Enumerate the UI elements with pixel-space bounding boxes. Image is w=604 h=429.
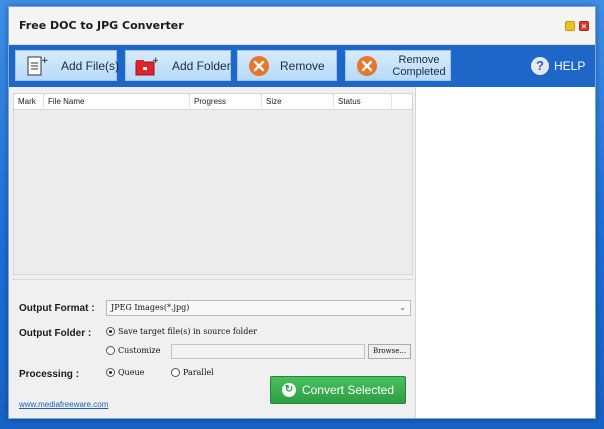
convert-selected-label: Convert Selected	[301, 383, 395, 397]
refresh-icon: ↻	[281, 383, 296, 397]
minimize-button[interactable]	[565, 21, 575, 31]
remove-completed-label: Remove Completed	[390, 54, 448, 78]
options-panel: Output Format : JPEG Images(*.jpg) ⌄ Out…	[13, 279, 413, 409]
remove-label: Remove	[280, 58, 325, 73]
radio-selected-icon	[106, 368, 115, 377]
column-header-file-name[interactable]: File Name	[44, 94, 190, 110]
convert-selected-button[interactable]: ↻ Convert Selected	[270, 376, 406, 404]
queue-radio[interactable]: Queue	[106, 368, 144, 377]
column-header-size[interactable]: Size	[262, 94, 334, 110]
remove-button[interactable]: Remove	[237, 50, 337, 81]
file-list-header: Mark File Name Progress Size Status	[14, 94, 412, 110]
column-header-mark[interactable]: Mark	[14, 94, 44, 110]
toolbar: + Add File(s) + Add Folder Remove Remove…	[9, 45, 595, 87]
save-in-source-radio[interactable]: Save target file(s) in source folder	[106, 327, 257, 336]
add-files-button[interactable]: + Add File(s)	[15, 50, 120, 81]
column-header-status[interactable]: Status	[334, 94, 392, 110]
queue-label: Queue	[118, 368, 145, 377]
help-button[interactable]: ? HELP	[531, 57, 585, 75]
save-in-source-label: Save target file(s) in source folder	[118, 327, 257, 336]
chevron-down-icon: ⌄	[399, 303, 406, 312]
add-folder-label: Add Folder	[172, 58, 231, 73]
output-format-value: JPEG Images(*.jpg)	[111, 303, 190, 312]
svg-text:+: +	[41, 56, 48, 66]
radio-selected-icon	[106, 327, 115, 336]
parallel-radio[interactable]: Parallel	[171, 368, 214, 377]
app-window: Free DOC to JPG Converter × + Add File(s…	[8, 6, 596, 419]
customize-label: Customize	[118, 346, 161, 355]
remove-completed-line2: Completed	[392, 66, 446, 78]
radio-unselected-icon	[171, 368, 180, 377]
customize-radio[interactable]: Customize	[106, 346, 161, 355]
website-link[interactable]: www.mediafreeware.com	[19, 400, 108, 409]
remove-completed-icon	[357, 56, 377, 76]
output-format-select[interactable]: JPEG Images(*.jpg) ⌄	[106, 300, 411, 316]
title-bar: Free DOC to JPG Converter ×	[9, 7, 595, 45]
folder-add-icon: +	[135, 56, 158, 76]
window-title: Free DOC to JPG Converter	[19, 19, 184, 32]
output-format-label: Output Format :	[19, 303, 95, 314]
preview-pane	[415, 87, 595, 418]
parallel-label: Parallel	[183, 368, 214, 377]
document-add-icon: +	[27, 56, 48, 76]
svg-text:+: +	[152, 56, 158, 66]
custom-folder-input[interactable]	[171, 344, 365, 359]
browse-button[interactable]: Browse...	[368, 344, 411, 359]
output-folder-label: Output Folder :	[19, 328, 92, 339]
remove-completed-line1: Remove	[398, 54, 440, 66]
processing-label: Processing :	[19, 369, 80, 380]
remove-icon	[249, 56, 269, 76]
add-files-label: Add File(s)	[61, 58, 120, 73]
help-label: HELP	[554, 59, 586, 73]
radio-unselected-icon	[106, 346, 115, 355]
help-icon: ?	[531, 57, 549, 75]
file-list[interactable]: Mark File Name Progress Size Status	[13, 93, 413, 275]
add-folder-button[interactable]: + Add Folder	[125, 50, 231, 81]
column-header-progress[interactable]: Progress	[190, 94, 262, 110]
close-button[interactable]: ×	[579, 21, 589, 31]
remove-completed-button[interactable]: Remove Completed	[345, 50, 451, 81]
